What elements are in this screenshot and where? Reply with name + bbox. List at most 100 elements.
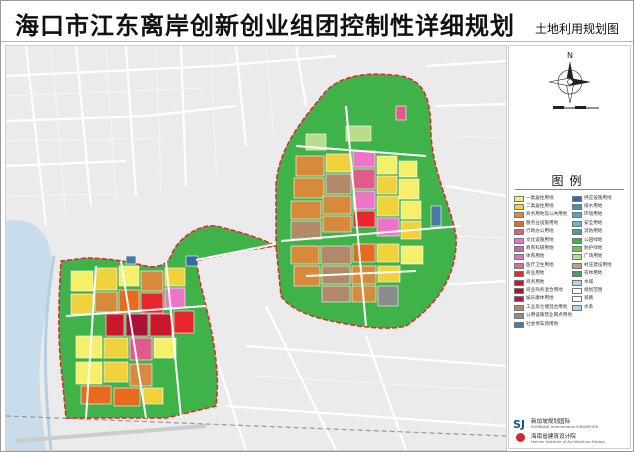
map-subtitle: 土地利用规划图 — [534, 22, 619, 36]
legend-panel: N 图例 一类居住用地 二类居住用地商务用地及公共用地 服务业设施用地 行政办公用地文… — [508, 45, 631, 449]
legend-label: 商务用地 — [526, 279, 545, 285]
legend-swatch — [572, 245, 582, 252]
legend-swatch — [514, 296, 524, 303]
legend-divider — [515, 189, 624, 190]
credit-org-1-en: SURBANA International SINGAPORE — [531, 424, 599, 429]
north-arrow-icon: N — [548, 51, 599, 109]
legend-label: 排水用地 — [584, 203, 603, 209]
legend-swatch — [514, 279, 524, 286]
surbana-logo-icon: SJ — [513, 418, 526, 431]
legend-item: 行政办公用地 — [514, 229, 554, 236]
north-label: N — [567, 51, 573, 60]
legend-swatch — [514, 321, 524, 328]
legend-label: 环境用地 — [584, 212, 603, 218]
legend-item: 工业及仓储混合用地 — [514, 304, 567, 311]
legend-item: 娱乐康体用地 — [514, 296, 554, 303]
legend-swatch — [514, 254, 524, 261]
legend-item: 商业用地 — [514, 271, 544, 278]
legend-item: 文化设施用地 — [514, 237, 554, 244]
legend-item: 规划范围 — [572, 287, 602, 294]
legend-swatch — [514, 313, 524, 320]
legend-item: 社会停车场用地 — [514, 321, 558, 328]
legend-label: 安全用地 — [584, 220, 603, 226]
legend-label: 一类居住用地 — [526, 195, 554, 201]
legend-swatch — [572, 304, 582, 311]
legend-item: 二类居住用地 — [514, 203, 554, 210]
legend-item: 村庄建设用地 — [572, 262, 612, 269]
legend-item: 排水用地 — [572, 203, 602, 210]
legend-item: 服务业设施用地 — [514, 220, 558, 227]
land-use-map-svg[interactable] — [6, 46, 506, 450]
legend-swatch — [514, 262, 524, 269]
land-use-map[interactable] — [5, 45, 507, 451]
legend-item: 安全用地 — [572, 220, 602, 227]
legend-item: 农林用地 — [572, 271, 602, 278]
legend-item: 公用设施营业网点用地 — [514, 313, 572, 320]
legend-label: 教育科研用地 — [526, 245, 554, 251]
legend-swatch — [514, 271, 524, 278]
legend-swatch — [514, 304, 524, 311]
legend-label: 服务业设施用地 — [526, 220, 559, 226]
legend-label: 农林用地 — [584, 271, 603, 277]
planning-map-page: 海口市江东离岸创新创业组团控制性详细规划 土地利用规划图 N 图例 一类居住用地… — [0, 0, 634, 452]
legend-label: 水域 — [584, 279, 594, 285]
legend-label: 供应设施用地 — [584, 195, 612, 201]
main-title: 海口市江东离岸创新创业组团控制性详细规划 — [15, 12, 515, 40]
legend-label: 商业用地 — [526, 271, 545, 277]
legend-label: 广场用地 — [584, 254, 603, 260]
legend-item: 医疗卫生用地 — [514, 262, 554, 269]
legend-item: 环境用地 — [572, 212, 602, 219]
legend-swatch — [572, 279, 582, 286]
legend-label: 工业及仓储混合用地 — [526, 304, 568, 310]
legend-swatch — [572, 212, 582, 219]
legend-label: 商业商务混合用地 — [526, 287, 563, 293]
legend-item: 公园绿地 — [572, 237, 602, 244]
legend-item: 道路 — [572, 296, 593, 303]
legend-label: 体育用地 — [526, 254, 545, 260]
legend-item: 商业商务混合用地 — [514, 287, 563, 294]
legend-title: 图例 — [551, 174, 588, 188]
legend-item: 一类居住用地 — [514, 195, 554, 202]
legend-swatch — [514, 220, 524, 227]
legend-swatch — [572, 254, 582, 261]
credit-org-2-en: Hainan Institute of Architecture Design — [531, 439, 605, 444]
legend-swatch — [572, 271, 582, 278]
legend-item: 水域 — [572, 279, 593, 286]
legend-swatch — [514, 287, 524, 294]
legend-swatch — [572, 229, 582, 236]
title-bar: 海口市江东离岸创新创业组团控制性详细规划 土地利用规划图 — [1, 1, 633, 42]
legend-swatch — [572, 262, 582, 269]
legend-swatch — [514, 203, 524, 210]
credits: SJ 新加坡规划国际 SURBANA International SINGAPO… — [509, 410, 630, 448]
legend-label: 商务用地及公共用地 — [526, 212, 568, 218]
legend-label: 公园绿地 — [584, 237, 603, 243]
legend-swatch — [572, 237, 582, 244]
legend-swatch — [514, 229, 524, 236]
legend-label: 村庄建设用地 — [584, 262, 612, 268]
legend-item: 消防用地 — [572, 229, 602, 236]
legend-item: 体育用地 — [514, 254, 544, 261]
legend-swatch — [514, 212, 524, 219]
legend-label: 娱乐康体用地 — [526, 296, 554, 302]
legend-label: 医疗卫生用地 — [526, 262, 554, 268]
legend-label: 文化设施用地 — [526, 237, 554, 243]
legend-label: 消防用地 — [584, 229, 603, 235]
legend-swatch — [572, 287, 582, 294]
legend-item: 教育科研用地 — [514, 245, 554, 252]
legend-swatch — [572, 296, 582, 303]
legend-label: 水系 — [584, 304, 594, 310]
legend-label: 公用设施营业网点用地 — [526, 313, 572, 319]
hainan-design-logo-icon — [516, 433, 525, 442]
legend-label: 二类居住用地 — [526, 203, 554, 209]
legend-label: 行政办公用地 — [526, 229, 554, 235]
legend-swatch — [572, 195, 582, 202]
legend-label: 道路 — [584, 296, 594, 302]
compass-rose: N — [509, 46, 630, 116]
legend-swatch — [514, 245, 524, 252]
legend-label: 防护绿地 — [584, 245, 603, 251]
legend-item: 供应设施用地 — [572, 195, 612, 202]
legend-item: 防护绿地 — [572, 245, 602, 252]
legend-item: 广场用地 — [572, 254, 602, 261]
legend-swatch — [572, 203, 582, 210]
legend-item: 商务用地及公共用地 — [514, 212, 567, 219]
